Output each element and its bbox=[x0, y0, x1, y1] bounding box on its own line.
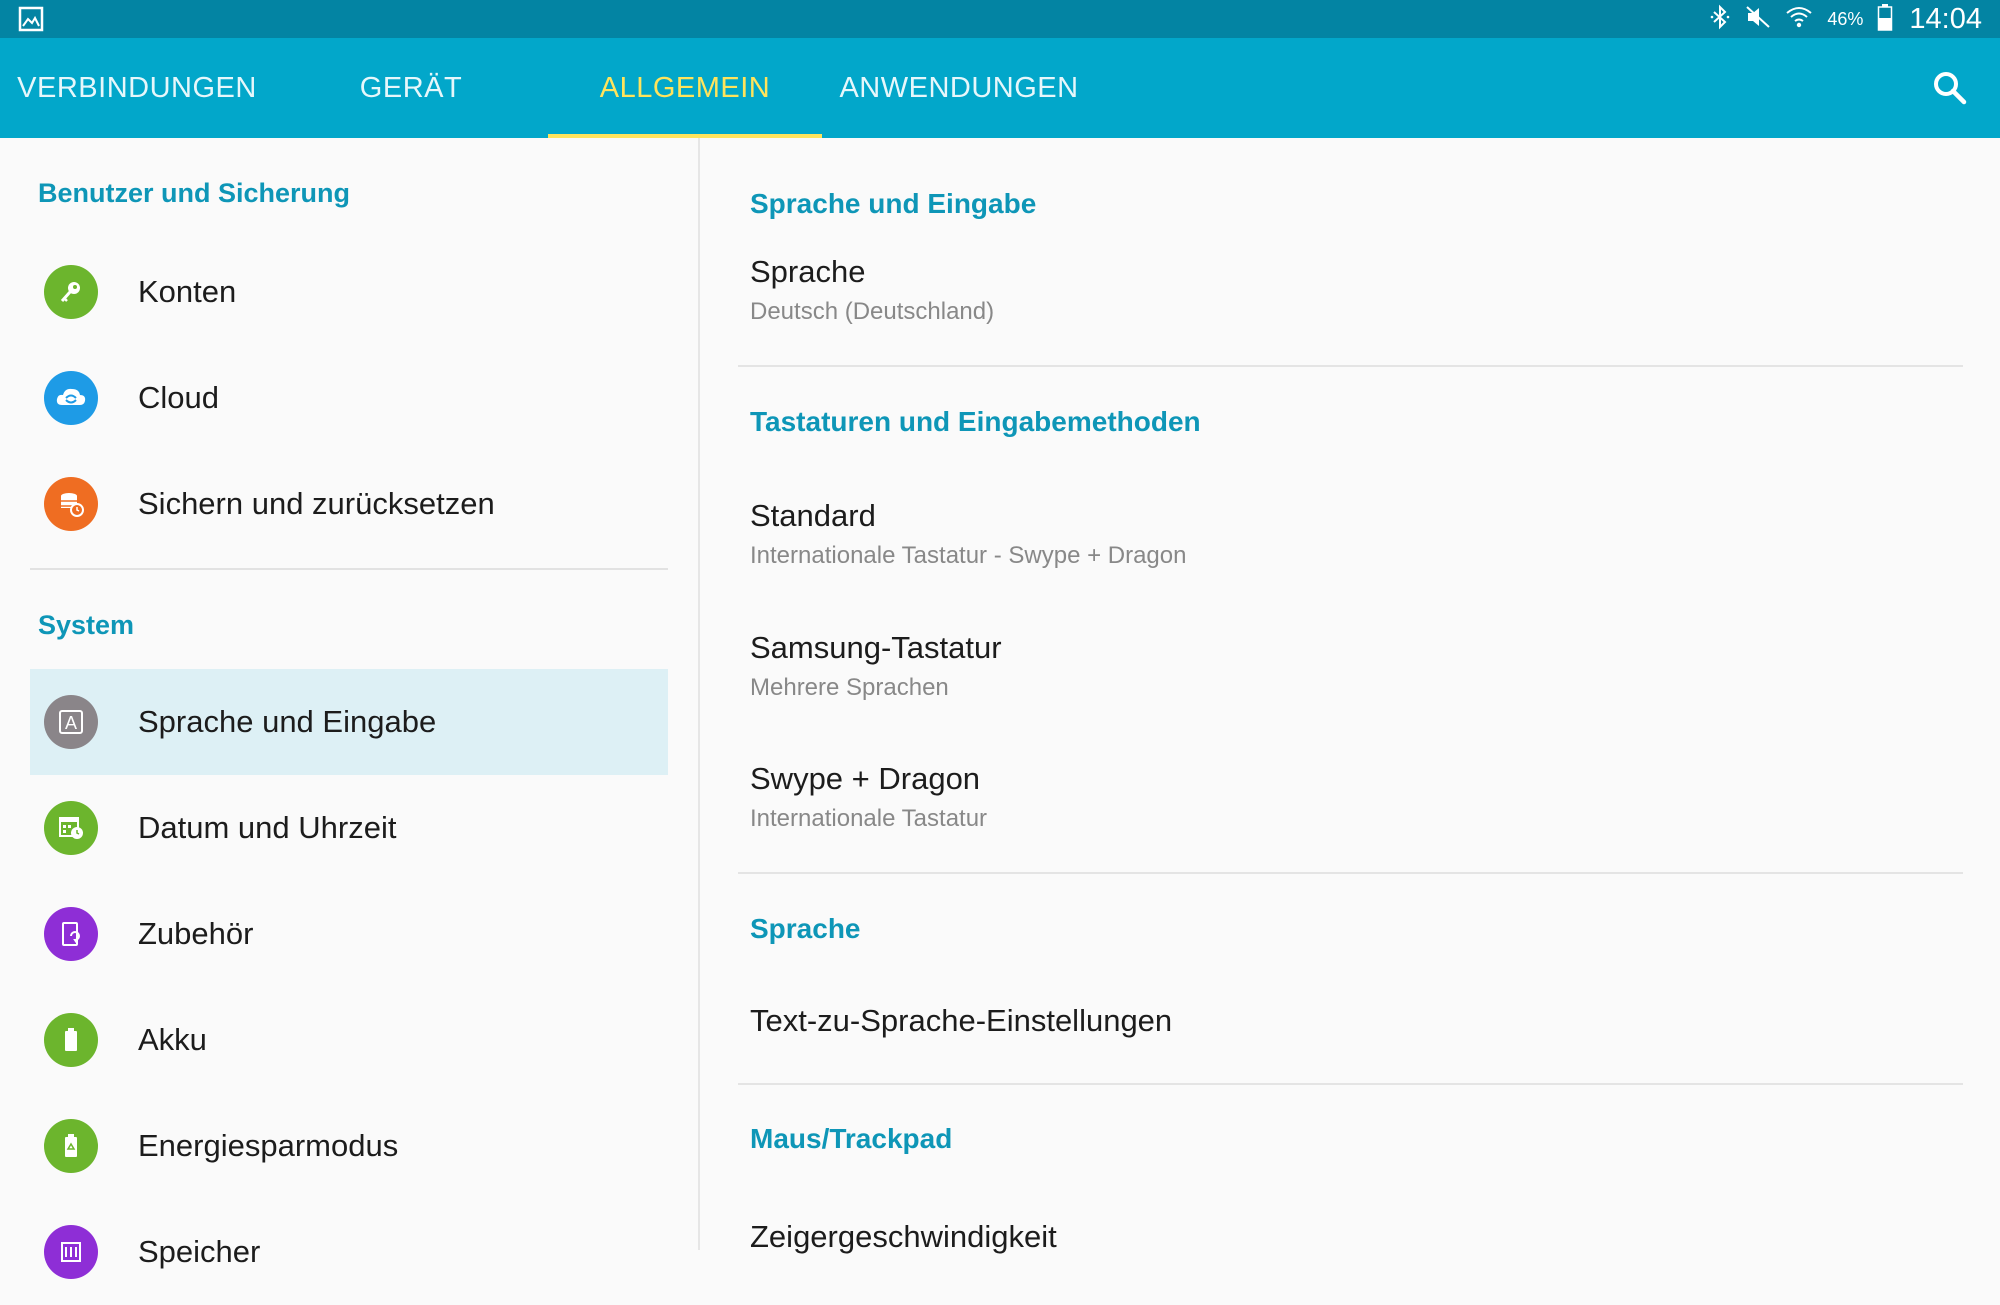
setting-title: Sprache bbox=[750, 254, 866, 289]
battery-percent: 46% bbox=[1827, 8, 1864, 29]
divider bbox=[30, 568, 668, 570]
gallery-icon bbox=[18, 6, 44, 37]
setting-title: Text-zu-Sprache-Einstellungen bbox=[750, 1003, 1173, 1038]
sidebar-item-label: Sprache und Eingabe bbox=[138, 704, 437, 739]
bluetooth-icon bbox=[1709, 4, 1731, 35]
tab-label: ANWENDUNGEN bbox=[839, 71, 1079, 104]
section-header-system: System bbox=[38, 610, 135, 640]
section-header-benutzer: Benutzer und Sicherung bbox=[38, 178, 351, 208]
divider bbox=[738, 1083, 1963, 1085]
settings-detail: Sprache und Eingabe Sprache Deutsch (Deu… bbox=[700, 138, 2000, 1254]
language-icon: A bbox=[44, 695, 98, 749]
divider bbox=[738, 872, 1963, 874]
accessory-icon bbox=[44, 907, 98, 961]
setting-swype-dragon[interactable]: Swype + Dragon Internationale Tastatur bbox=[750, 761, 1950, 833]
setting-subtitle: Deutsch (Deutschland) bbox=[750, 298, 995, 325]
sidebar-item-speicher[interactable]: Speicher bbox=[30, 1199, 668, 1305]
key-icon bbox=[44, 265, 98, 319]
backup-icon bbox=[44, 477, 98, 531]
tab-bar: VERBINDUNGEN GERÄT ALLGEMEIN ANWENDUNGEN bbox=[0, 38, 2000, 138]
section-header-sprache-eingabe: Sprache und Eingabe bbox=[750, 188, 1037, 219]
sidebar-item-label: Sichern und zurücksetzen bbox=[138, 486, 495, 521]
sidebar-item-akku[interactable]: Akku bbox=[30, 987, 668, 1093]
setting-subtitle: Internationale Tastatur - Swype + Dragon bbox=[750, 542, 1187, 569]
tab-label: ALLGEMEIN bbox=[599, 71, 771, 104]
tab-label: GERÄT bbox=[359, 71, 463, 104]
wifi-icon bbox=[1785, 3, 1813, 36]
setting-title: Samsung-Tastatur bbox=[750, 630, 1002, 665]
sidebar-item-konten[interactable]: Konten bbox=[30, 239, 668, 345]
storage-icon bbox=[44, 1225, 98, 1279]
sidebar-item-label: Konten bbox=[138, 274, 237, 309]
sidebar-item-label: Energiesparmodus bbox=[138, 1128, 399, 1163]
clock: 14:04 bbox=[1909, 2, 1982, 35]
sidebar-item-energiesparmodus[interactable]: Energiesparmodus bbox=[30, 1093, 668, 1199]
divider bbox=[738, 365, 1963, 367]
cloud-sync-icon bbox=[44, 371, 98, 425]
setting-text-zu-sprache[interactable]: Text-zu-Sprache-Einstellungen bbox=[750, 1003, 1950, 1039]
section-header-tastaturen: Tastaturen und Eingabemethoden bbox=[750, 406, 1201, 437]
sidebar-item-label: Speicher bbox=[138, 1234, 261, 1269]
setting-title: Swype + Dragon bbox=[750, 761, 981, 796]
sidebar-item-label: Datum und Uhrzeit bbox=[138, 810, 397, 845]
setting-samsung-tastatur[interactable]: Samsung-Tastatur Mehrere Sprachen bbox=[750, 630, 1950, 702]
setting-title: Standard bbox=[750, 498, 876, 533]
battery-icon bbox=[1877, 3, 1893, 36]
setting-subtitle: Internationale Tastatur bbox=[750, 805, 988, 832]
tab-verbindungen[interactable]: VERBINDUNGEN bbox=[0, 38, 274, 138]
power-saving-icon bbox=[44, 1119, 98, 1173]
section-header-sprache: Sprache bbox=[750, 913, 861, 944]
battery-icon bbox=[44, 1013, 98, 1067]
setting-standard[interactable]: Standard Internationale Tastatur - Swype… bbox=[750, 498, 1950, 570]
sidebar-item-sprache[interactable]: A Sprache und Eingabe bbox=[30, 669, 668, 775]
calendar-clock-icon bbox=[44, 801, 98, 855]
settings-sidebar: Benutzer und Sicherung Konten Cloud Sich… bbox=[0, 138, 698, 1279]
sidebar-item-label: Cloud bbox=[138, 380, 219, 415]
tab-anwendungen[interactable]: ANWENDUNGEN bbox=[822, 38, 1096, 138]
search-icon[interactable] bbox=[1930, 68, 1970, 108]
tab-label: VERBINDUNGEN bbox=[17, 71, 257, 104]
setting-subtitle: Mehrere Sprachen bbox=[750, 674, 949, 701]
svg-text:A: A bbox=[65, 713, 77, 733]
status-bar: 46% 14:04 bbox=[0, 0, 2000, 38]
sidebar-item-zubehoer[interactable]: Zubehör bbox=[30, 881, 668, 987]
sidebar-item-sichern[interactable]: Sichern und zurücksetzen bbox=[30, 451, 668, 557]
tab-allgemein[interactable]: ALLGEMEIN bbox=[548, 38, 822, 138]
tab-geraet[interactable]: GERÄT bbox=[274, 38, 548, 138]
sidebar-item-cloud[interactable]: Cloud bbox=[30, 345, 668, 451]
setting-sprache[interactable]: Sprache Deutsch (Deutschland) bbox=[750, 254, 1950, 326]
sidebar-item-label: Akku bbox=[138, 1022, 207, 1057]
mute-icon bbox=[1745, 4, 1771, 35]
sidebar-item-datum[interactable]: Datum und Uhrzeit bbox=[30, 775, 668, 881]
sidebar-item-label: Zubehör bbox=[138, 916, 254, 951]
section-header-maus-trackpad: Maus/Trackpad bbox=[750, 1123, 953, 1154]
